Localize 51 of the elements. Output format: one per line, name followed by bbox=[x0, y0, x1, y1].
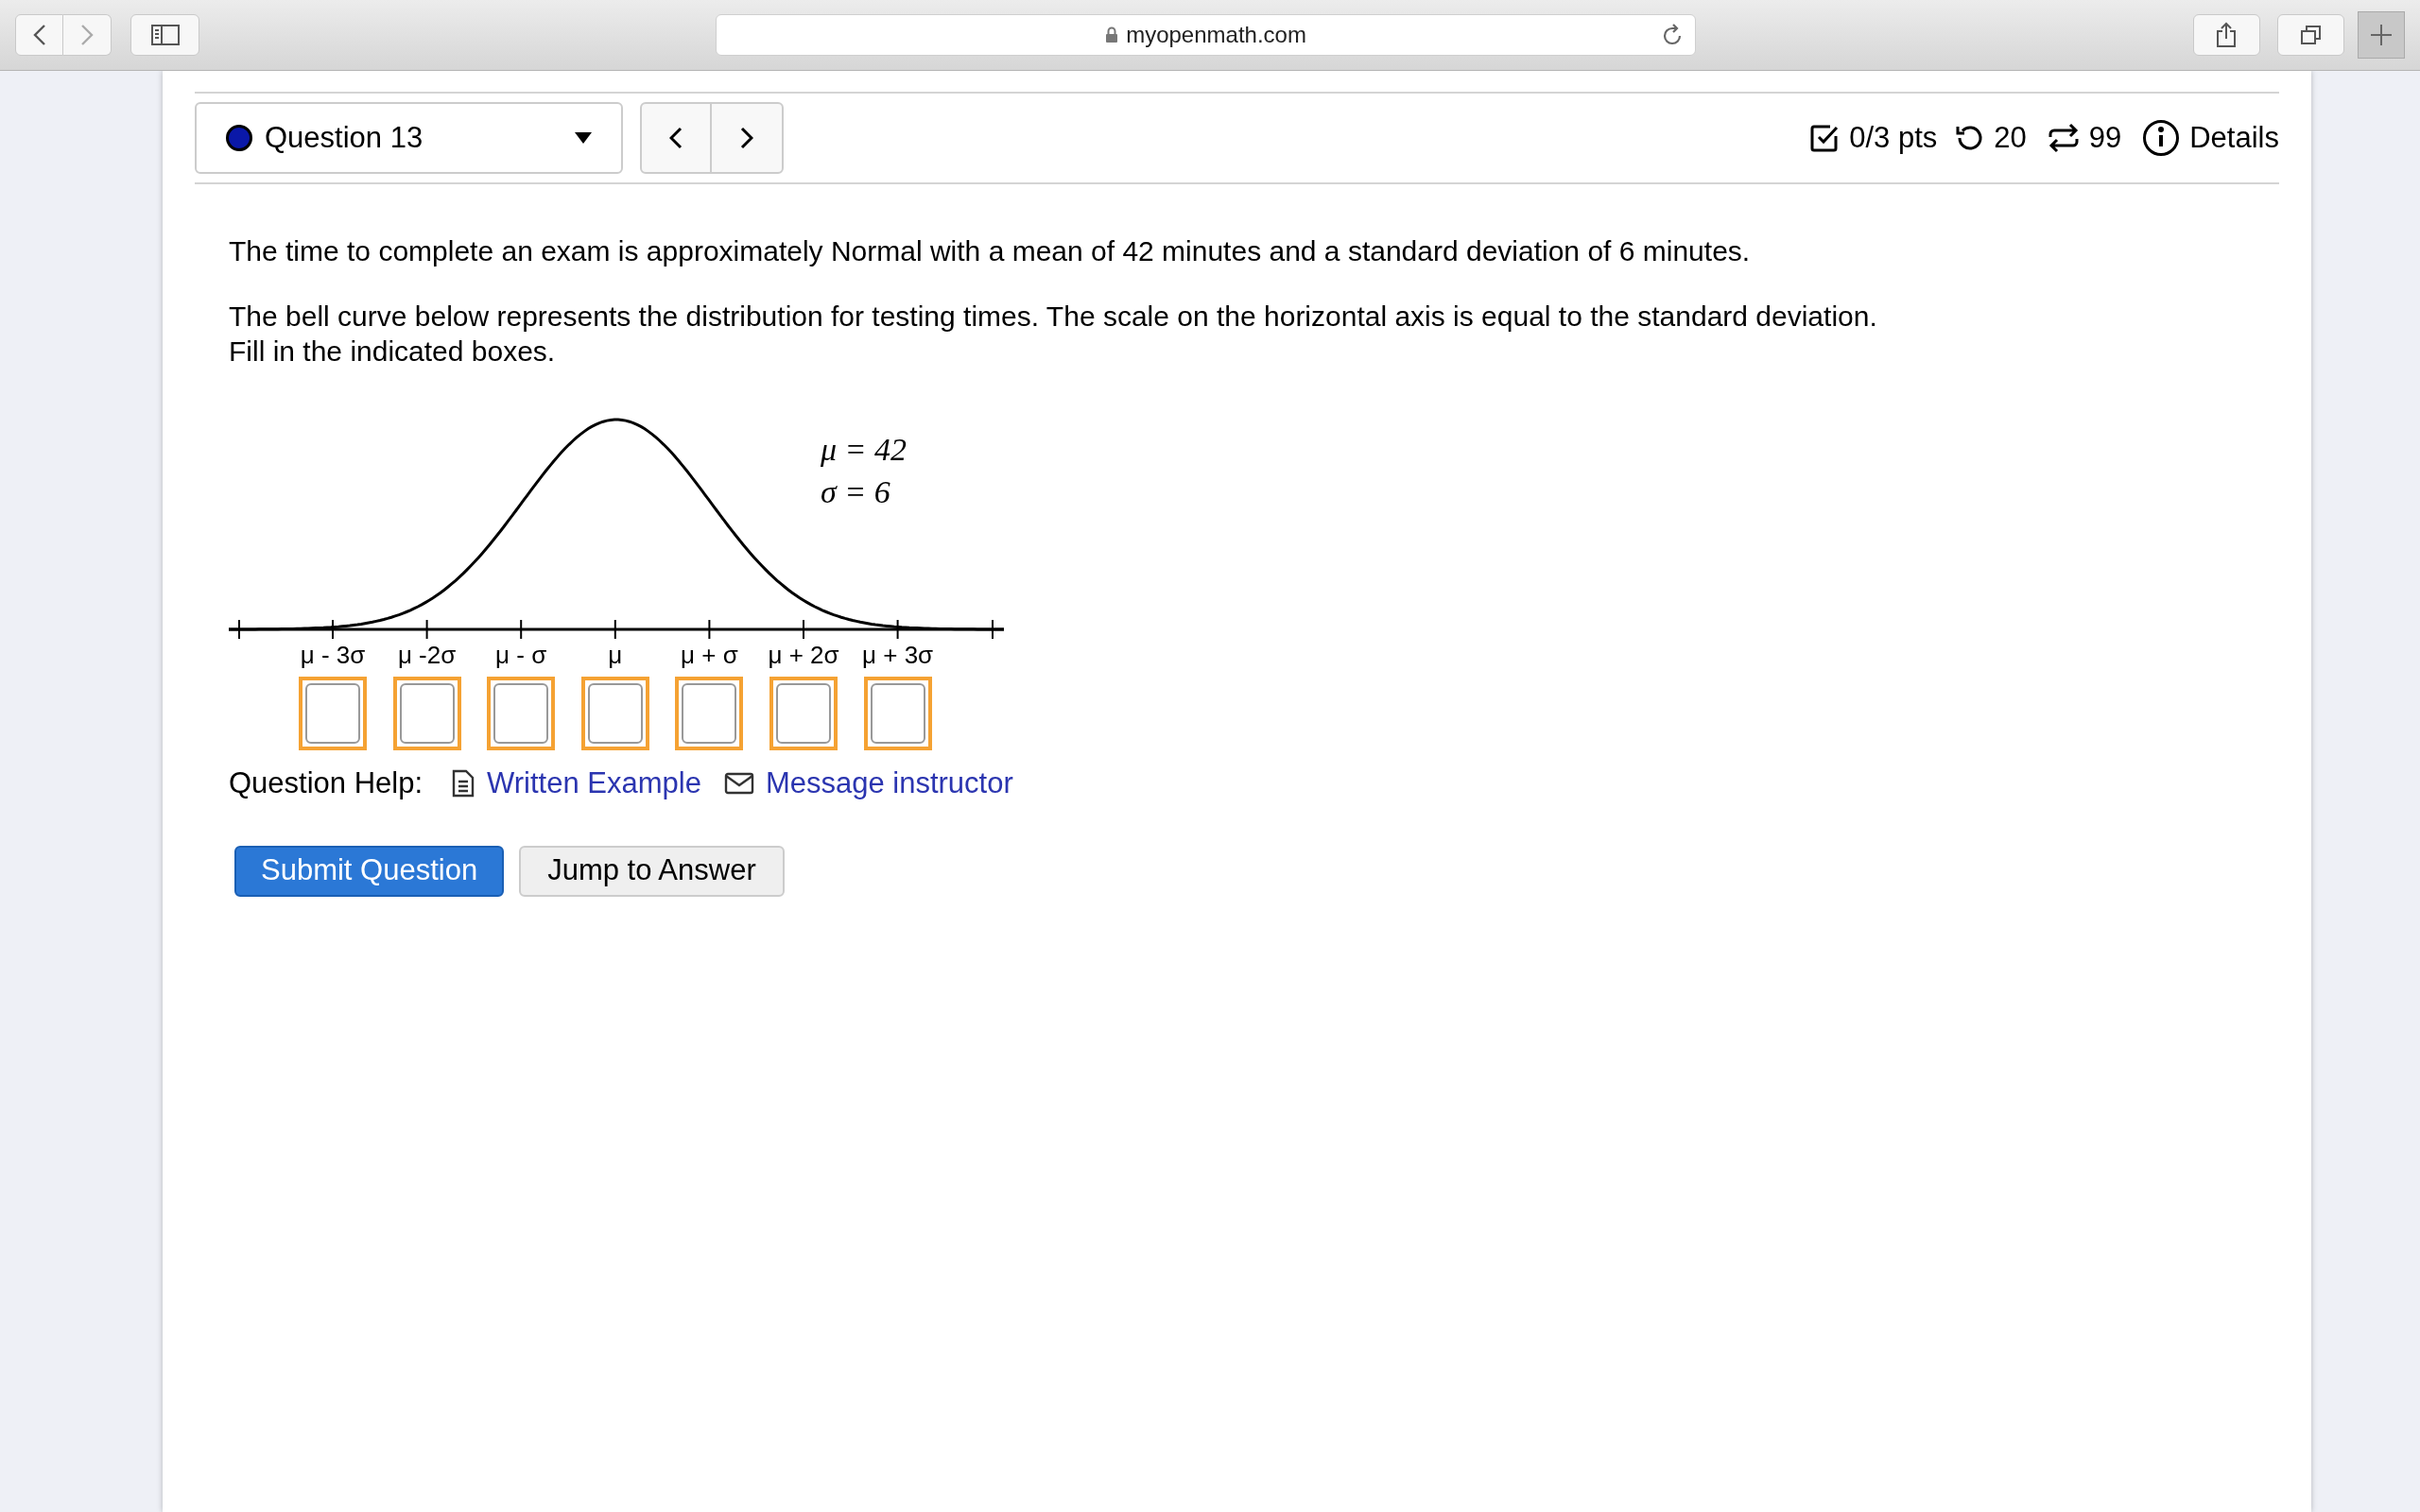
tabs-button[interactable] bbox=[2277, 14, 2345, 56]
question-paragraph: The time to complete an exam is approximately Normal with a mean of 42 minutes and a standard deviation of 6 minutes. bbox=[229, 234, 1752, 268]
chevron-right-icon bbox=[740, 127, 753, 149]
chevron-left-icon bbox=[669, 127, 683, 149]
tick-label: μ + 2σ bbox=[768, 640, 839, 671]
share-button[interactable] bbox=[2192, 14, 2261, 56]
document-icon bbox=[451, 769, 476, 799]
tick-label: μ - σ bbox=[495, 640, 547, 671]
tick-label: μ -2σ bbox=[397, 640, 457, 671]
question-paragraph: The bell curve below represents the distribution for testing times. The scale on the horizontal axis is equal to the standard deviation. Fill in the indicated boxes. bbox=[229, 300, 1878, 369]
tabs-icon bbox=[2299, 25, 2323, 45]
score-text: 0/3 pts bbox=[1849, 119, 1938, 156]
answer-box[interactable] bbox=[863, 677, 932, 750]
question-select[interactable]: Question 13 bbox=[195, 102, 623, 174]
answer-box[interactable] bbox=[487, 677, 556, 750]
retries-text: 20 bbox=[1994, 119, 2027, 156]
forward-icon bbox=[80, 24, 94, 46]
dropdown-caret-icon bbox=[574, 131, 593, 145]
tick-label: μ + 3σ bbox=[862, 640, 934, 671]
parameter-text: μ = 42 bbox=[821, 431, 907, 469]
answer-box[interactable] bbox=[299, 677, 367, 750]
parameter-text: σ = 6 bbox=[821, 473, 890, 511]
jump-button[interactable]: Jump to Answer bbox=[519, 845, 785, 897]
answer-box[interactable] bbox=[769, 677, 838, 750]
tick-label: μ + σ bbox=[681, 640, 738, 671]
checkbox-icon bbox=[1809, 123, 1841, 153]
plus-icon bbox=[2370, 24, 2394, 46]
url-text: myopenmath.com bbox=[1126, 21, 1306, 49]
tick-label: μ - 3σ bbox=[300, 640, 366, 671]
sidebar-button[interactable] bbox=[130, 14, 200, 56]
tick-label: μ bbox=[608, 640, 623, 671]
repeat-icon bbox=[2047, 122, 2080, 154]
help-link[interactable]: Written Example bbox=[487, 762, 701, 806]
help-link[interactable]: Message instructor bbox=[765, 762, 1013, 806]
back-icon bbox=[32, 24, 46, 46]
lock-icon bbox=[1105, 26, 1119, 43]
status-dot-icon bbox=[225, 124, 253, 152]
answer-box[interactable] bbox=[392, 677, 461, 750]
new-tab-button[interactable] bbox=[2358, 11, 2405, 59]
answer-box[interactable] bbox=[580, 677, 649, 750]
sidebar-icon bbox=[150, 25, 180, 45]
share-icon bbox=[2216, 22, 2238, 48]
details-link[interactable]: Details bbox=[2189, 115, 2279, 161]
address-bar[interactable]: myopenmath.com bbox=[716, 14, 1696, 56]
question-help-label: Question Help: bbox=[229, 765, 424, 801]
submit-button[interactable]: Submit Question bbox=[234, 845, 505, 897]
mail-icon bbox=[723, 772, 754, 796]
info-icon bbox=[2142, 119, 2181, 157]
answer-box[interactable] bbox=[675, 677, 744, 750]
attempts-text: 99 bbox=[2088, 119, 2122, 156]
back-button[interactable] bbox=[15, 14, 63, 56]
